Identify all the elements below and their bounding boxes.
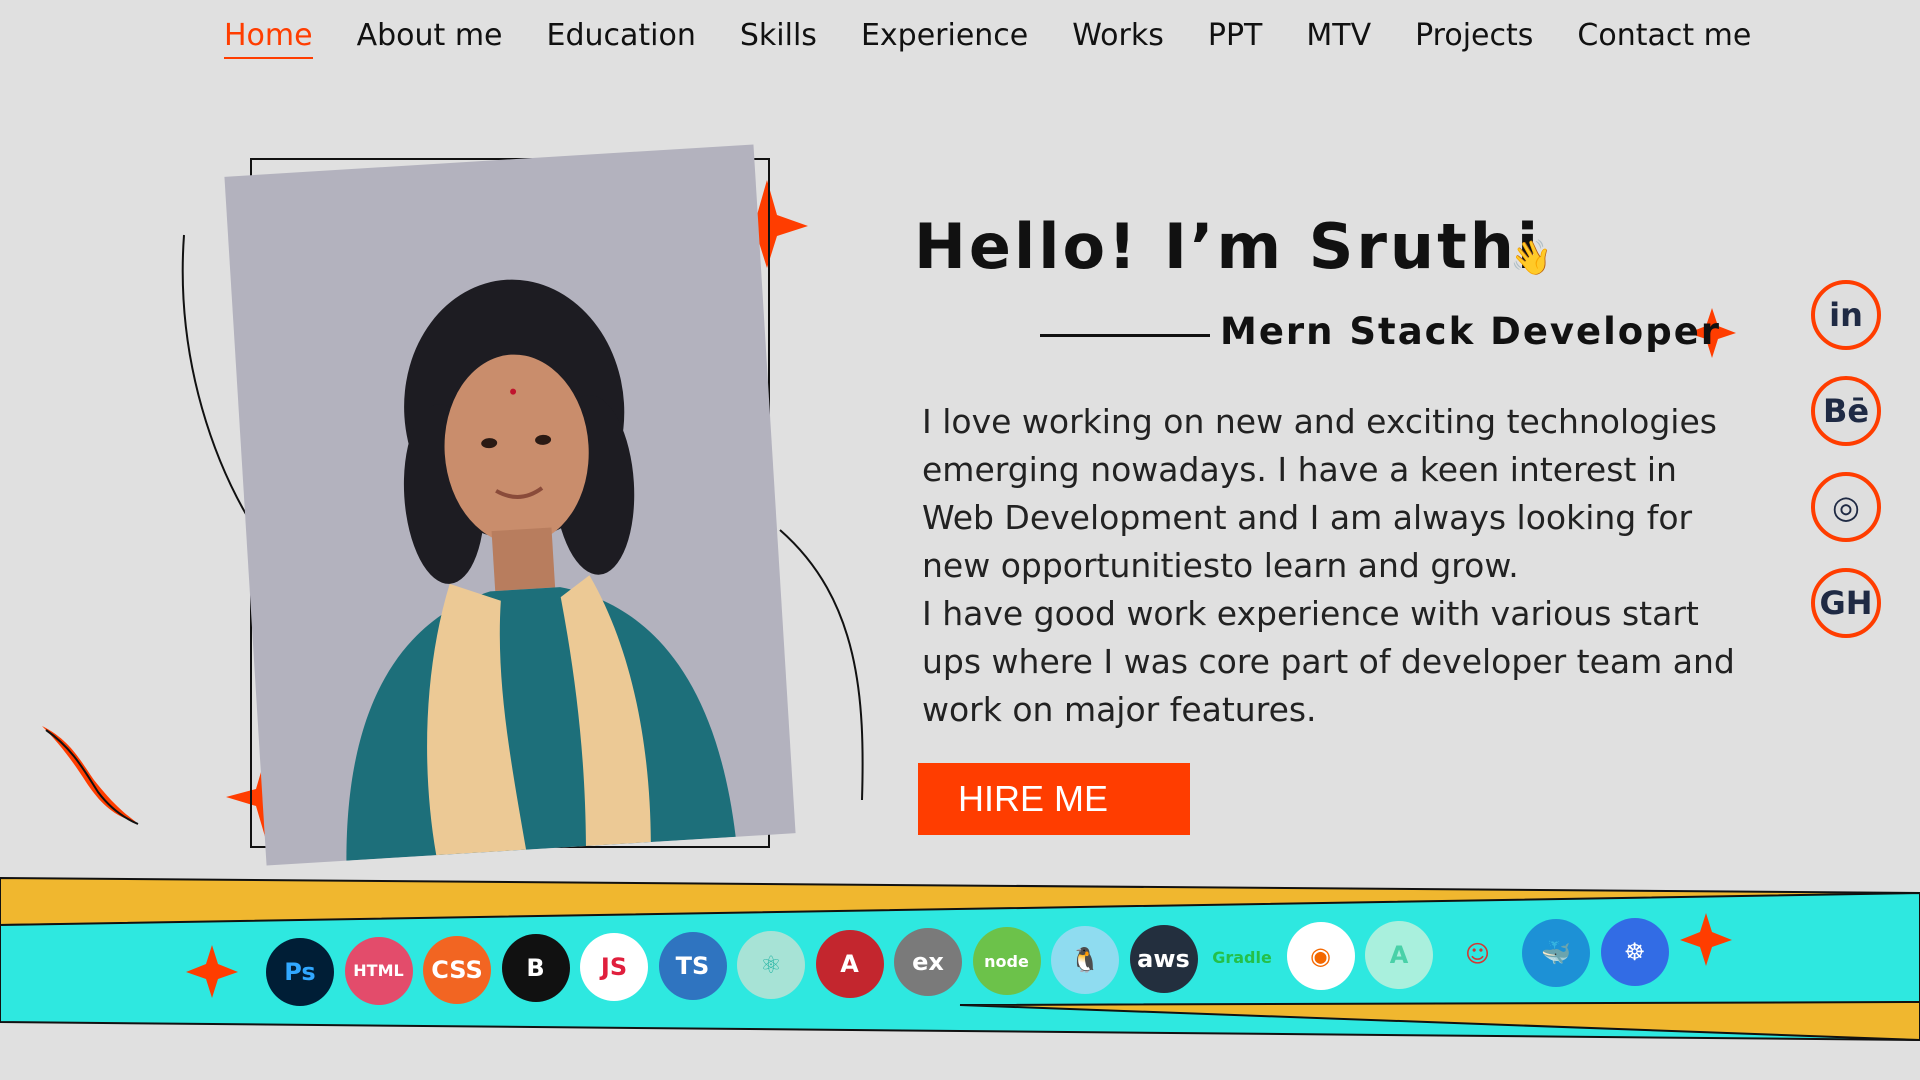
html-icon: HTML: [344, 936, 413, 1005]
typescript-icon: TS: [658, 932, 727, 1000]
kubernetes-icon: ☸: [1600, 917, 1669, 986]
express-icon: ex: [894, 928, 962, 997]
angular-icon: A: [815, 929, 884, 998]
grafana-icon: ◉: [1286, 922, 1355, 991]
aws-icon: aws: [1129, 924, 1198, 993]
css-icon: CSS: [423, 935, 491, 1004]
docker-icon: 🐳: [1522, 918, 1590, 987]
argo-icon: A: [1365, 921, 1433, 990]
linux-icon: 🐧: [1051, 926, 1119, 994]
jenkins-icon: ☺: [1464, 940, 1491, 968]
bootstrap-icon: B: [501, 934, 570, 1003]
gradle-icon: Gradle: [1212, 948, 1272, 968]
nodejs-icon: node: [972, 927, 1041, 996]
react-icon: ⚛: [737, 930, 805, 999]
javascript-icon: JS: [580, 933, 648, 1002]
photoshop-icon: Ps: [266, 938, 334, 1006]
